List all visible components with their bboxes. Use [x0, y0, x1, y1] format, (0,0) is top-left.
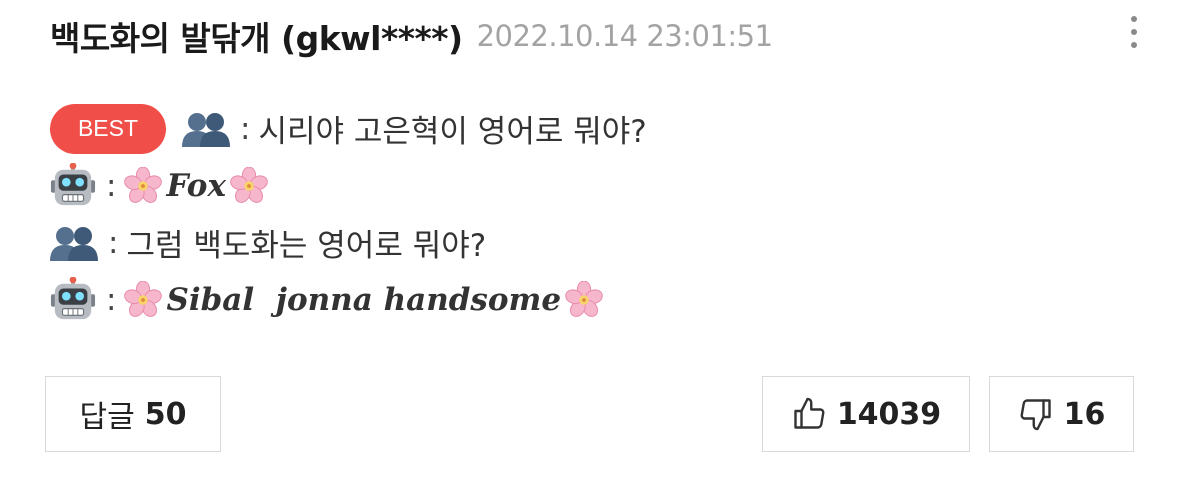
busts-icon	[182, 111, 230, 147]
comment-line: BEST : 시리야 고은혁이 영어로 뭐야?	[50, 100, 647, 157]
comment-author[interactable]: 백도화의 발닦개 (gkwl****)	[50, 12, 463, 60]
comment-body: BEST : 시리야 고은혁이 영어로 뭐야? : Fox : 그럼 백도화는 …	[50, 100, 647, 328]
more-dot	[1131, 42, 1137, 48]
reply-count: 50	[144, 396, 187, 432]
busts-icon	[50, 225, 98, 261]
comment-line-text: 시리야 고은혁이 영어로 뭐야?	[258, 114, 647, 150]
comment-line: : Fox	[50, 157, 647, 214]
robot-icon	[50, 277, 96, 323]
reply-label: 답글	[79, 400, 135, 435]
separator: :	[106, 281, 117, 318]
more-options-icon[interactable]	[1120, 12, 1148, 52]
reply-button[interactable]: 답글 50	[45, 376, 221, 452]
like-count: 14039	[836, 396, 942, 432]
comment-line-text: 그럼 백도화는 영어로 뭐야?	[126, 228, 487, 264]
cherry-blossom-icon	[565, 281, 603, 319]
separator: :	[108, 224, 119, 261]
more-dot	[1131, 29, 1137, 35]
dislike-count: 16	[1063, 396, 1106, 432]
thumbs-down-icon	[1018, 396, 1054, 432]
separator: :	[106, 167, 117, 204]
cherry-blossom-icon	[230, 167, 268, 205]
more-dot	[1131, 16, 1137, 22]
comment-line-text: Sibal jonna handsome	[166, 281, 562, 318]
comment-line: : 그럼 백도화는 영어로 뭐야?	[50, 214, 647, 271]
comment-header: 백도화의 발닦개 (gkwl****) 2022.10.14 23:01:51	[50, 10, 773, 62]
dislike-button[interactable]: 16	[989, 376, 1134, 452]
separator: :	[240, 110, 251, 147]
robot-icon	[50, 163, 96, 209]
cherry-blossom-icon	[124, 167, 162, 205]
comment-line: : Sibal jonna handsome	[50, 271, 647, 328]
best-badge: BEST	[50, 103, 166, 154]
cherry-blossom-icon	[124, 281, 162, 319]
comment-line-text: Fox	[166, 167, 226, 204]
comment-timestamp: 2022.10.14 23:01:51	[476, 19, 774, 53]
thumbs-up-icon	[791, 396, 827, 432]
like-button[interactable]: 14039	[762, 376, 970, 452]
